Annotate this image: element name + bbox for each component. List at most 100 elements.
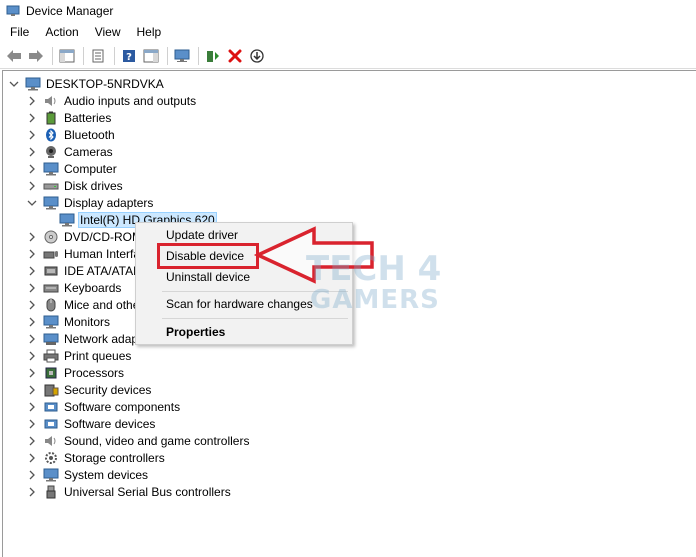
menu-item-update-driver[interactable]: Update driver <box>166 228 238 242</box>
tree-item-label: System devices <box>64 467 149 482</box>
chevron-right-icon[interactable] <box>27 283 37 293</box>
chevron-right-icon[interactable] <box>27 368 37 378</box>
chevron-right-icon[interactable] <box>27 351 37 361</box>
tree-item-label: Disk drives <box>64 178 123 193</box>
back-button[interactable] <box>4 46 24 66</box>
help-button[interactable]: ? <box>119 46 139 66</box>
properties-button[interactable] <box>88 46 108 66</box>
chevron-right-icon[interactable] <box>27 130 37 140</box>
chevron-right-icon[interactable] <box>27 249 37 259</box>
menu-help[interactable]: Help <box>131 23 168 41</box>
chevron-right-icon[interactable] <box>27 113 37 123</box>
optical-drive-icon <box>43 230 59 244</box>
menu-file[interactable]: File <box>4 23 35 41</box>
chevron-right-icon[interactable] <box>27 96 37 106</box>
tree-item-processors[interactable]: Processors <box>27 364 125 381</box>
chevron-right-icon[interactable] <box>27 334 37 344</box>
speaker-icon <box>43 434 59 448</box>
chevron-right-icon[interactable] <box>27 470 37 480</box>
chevron-right-icon[interactable] <box>27 164 37 174</box>
tree-item-display-adapters[interactable]: Display adapters <box>27 194 154 211</box>
menu-item-properties[interactable]: Properties <box>166 325 225 339</box>
download-driver-button[interactable] <box>247 46 267 66</box>
chevron-right-icon[interactable] <box>27 317 37 327</box>
menu-view[interactable]: View <box>89 23 127 41</box>
help-icon: ? <box>123 49 135 63</box>
chevron-right-icon[interactable] <box>27 181 37 191</box>
display-adapter-icon <box>59 213 75 227</box>
chevron-right-icon[interactable] <box>27 385 37 395</box>
tree-item-disk-drives[interactable]: Disk drives <box>27 177 124 194</box>
tree-item-bluetooth[interactable]: Bluetooth <box>27 126 116 143</box>
tree-item-dvd[interactable]: DVD/CD-ROM <box>27 228 143 245</box>
mouse-icon <box>43 298 59 312</box>
tree-item-software-components[interactable]: Software components <box>27 398 181 415</box>
tree-item-sound[interactable]: Sound, video and game controllers <box>27 432 250 449</box>
console-tree-icon <box>59 49 75 62</box>
chevron-right-icon[interactable] <box>27 266 37 276</box>
scan-hardware-button[interactable] <box>172 46 192 66</box>
action-pane-button[interactable] <box>141 46 161 66</box>
software-component-icon <box>43 400 59 414</box>
update-driver-button[interactable] <box>203 46 223 66</box>
storage-controller-icon <box>43 451 59 465</box>
tree-item-computer[interactable]: Computer <box>27 160 118 177</box>
menu-action[interactable]: Action <box>39 23 84 41</box>
tree-root-label: DESKTOP-5NRDVKA <box>46 76 164 91</box>
tree-item-keyboards[interactable]: Keyboards <box>27 279 122 296</box>
disk-drive-icon <box>43 179 59 193</box>
tree-item-ide[interactable]: IDE ATA/ATAPI <box>27 262 145 279</box>
chevron-right-icon[interactable] <box>27 147 37 157</box>
arrow-left-icon <box>7 49 21 62</box>
tree-item-label: Keyboards <box>64 280 122 295</box>
tree-item-label: Universal Serial Bus controllers <box>64 484 231 499</box>
chevron-right-icon[interactable] <box>27 232 37 242</box>
tree-root[interactable]: DESKTOP-5NRDVKA <box>9 75 165 92</box>
tree-item-print-queues[interactable]: Print queues <box>27 347 132 364</box>
tree-item-usb[interactable]: Universal Serial Bus controllers <box>27 483 232 500</box>
chevron-right-icon[interactable] <box>27 419 37 429</box>
tree-item-label: Software devices <box>64 416 156 431</box>
chevron-right-icon[interactable] <box>27 300 37 310</box>
tree-item-label: Monitors <box>64 314 111 329</box>
monitor-icon <box>43 315 59 329</box>
chevron-down-icon[interactable] <box>9 79 19 89</box>
chevron-right-icon[interactable] <box>27 453 37 463</box>
tree-item-storage[interactable]: Storage controllers <box>27 449 166 466</box>
tree-item-cameras[interactable]: Cameras <box>27 143 114 160</box>
keyboard-mouse-icon <box>43 247 59 261</box>
monitor-scan-icon <box>174 49 190 62</box>
toolbar: ? <box>0 43 696 69</box>
chevron-right-icon[interactable] <box>27 402 37 412</box>
device-manager-icon <box>6 5 20 16</box>
window-title: Device Manager <box>26 4 114 18</box>
toolbar-separator <box>83 46 84 65</box>
display-adapter-icon <box>43 196 59 210</box>
menu-item-uninstall-device[interactable]: Uninstall device <box>166 270 250 284</box>
toolbar-separator <box>52 46 53 65</box>
tree-item-mice[interactable]: Mice and othe <box>27 296 140 313</box>
ide-controller-icon <box>43 264 59 278</box>
uninstall-device-button[interactable] <box>225 46 245 66</box>
software-device-icon <box>43 417 59 431</box>
update-driver-icon <box>207 50 219 62</box>
tree-item-system-devices[interactable]: System devices <box>27 466 149 483</box>
tree-item-label: Computer <box>64 161 117 176</box>
tree-item-audio[interactable]: Audio inputs and outputs <box>27 92 197 109</box>
tree-item-hid[interactable]: Human Interfa <box>27 245 141 262</box>
battery-icon <box>43 111 59 125</box>
tree-item-label: Bluetooth <box>64 127 115 142</box>
tree-item-monitors[interactable]: Monitors <box>27 313 111 330</box>
tree-item-label: Cameras <box>64 144 113 159</box>
forward-button[interactable] <box>26 46 46 66</box>
chevron-right-icon[interactable] <box>27 436 37 446</box>
tree-item-security[interactable]: Security devices <box>27 381 152 398</box>
chevron-right-icon[interactable] <box>27 487 37 497</box>
show-hide-console-tree-button[interactable] <box>57 46 77 66</box>
tree-item-batteries[interactable]: Batteries <box>27 109 112 126</box>
tree-item-network[interactable]: Network adap <box>27 330 139 347</box>
chevron-down-icon[interactable] <box>27 198 37 208</box>
tree-item-label: DVD/CD-ROM <box>64 229 142 244</box>
tree-item-software-devices[interactable]: Software devices <box>27 415 156 432</box>
tree-item-label: Human Interfa <box>64 246 141 261</box>
